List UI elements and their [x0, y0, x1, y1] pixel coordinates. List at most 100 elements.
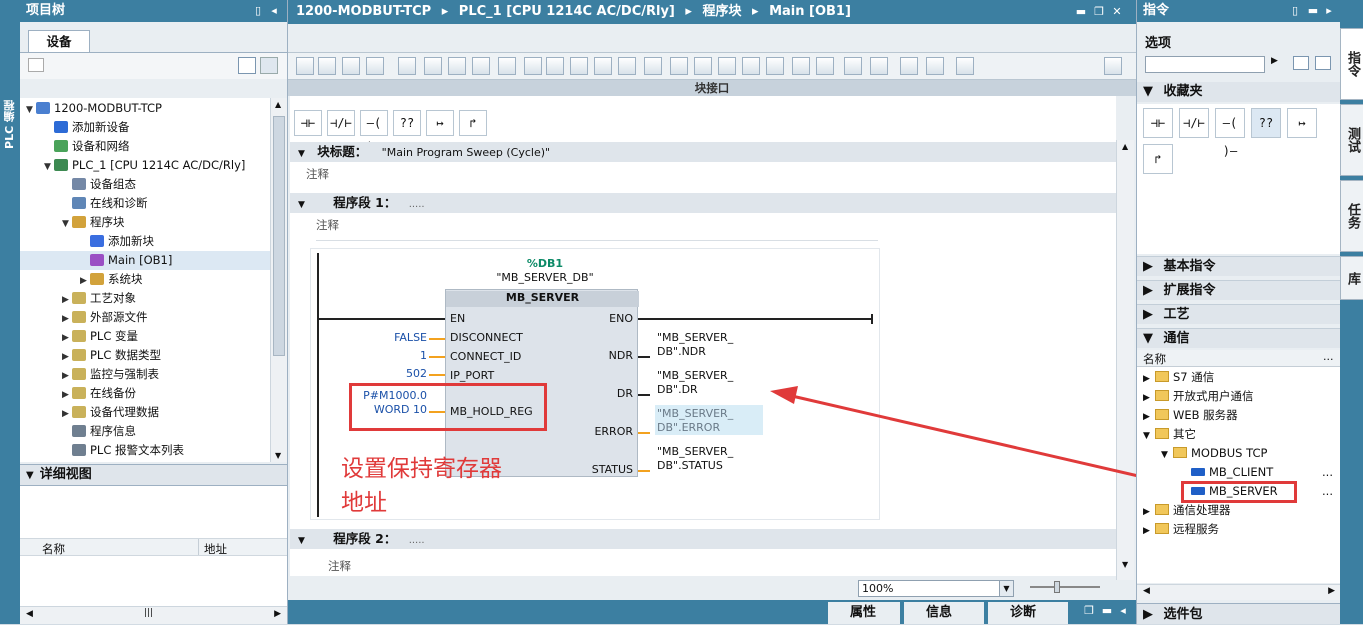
detail-view-header[interactable]: ▼ 详细视图 [20, 464, 287, 486]
tree-item[interactable]: ▶ 设备代理数据 [20, 403, 270, 422]
network-1-comment[interactable]: 注释 [316, 217, 878, 241]
toolbar-button-icon[interactable] [670, 57, 688, 75]
pin-error[interactable]: ERROR [594, 425, 633, 439]
toolbar-button-icon[interactable] [498, 57, 516, 75]
library-item[interactable]: ▶ 通信处理器 [1137, 501, 1341, 520]
tree-item[interactable]: 添加新块 [20, 232, 270, 251]
network-2-header[interactable]: ▼ 程序段 2： ..... [290, 529, 1116, 549]
pin-disconnect[interactable]: DISCONNECT [450, 331, 523, 345]
tree-item[interactable]: ▼ 程序块 [20, 213, 270, 232]
ladder-element-button[interactable]: –( )– [360, 110, 388, 154]
options-search[interactable] [1145, 56, 1265, 73]
instance-db-name[interactable]: "MB_SERVER_DB" [481, 271, 609, 284]
favorites-header[interactable]: ▼ 收藏夹 [1137, 82, 1341, 102]
plc-programming-tab[interactable]: PLC 编程 [2, 100, 18, 149]
toolbar-button-icon[interactable] [546, 57, 564, 75]
network-view-icon[interactable] [260, 57, 278, 74]
pin-ip-port[interactable]: IP_PORT [450, 369, 494, 383]
tree-item[interactable]: 添加新设备 [20, 118, 270, 137]
toolbar-button-icon[interactable] [618, 57, 636, 75]
toolbar-button-icon[interactable] [792, 57, 810, 75]
ladder-element-button[interactable]: ⊣/⊢ [327, 110, 355, 136]
library-item[interactable]: ▶ 远程服务 [1137, 520, 1341, 539]
library-item[interactable]: ▼ 其它 [1137, 425, 1341, 444]
instr-pin-icon[interactable]: ▸ [1322, 0, 1336, 22]
tree-item[interactable]: ▶ 监控与强制表 [20, 365, 270, 384]
zoom-select[interactable]: 100% ▼ [858, 580, 1014, 597]
devices-tab[interactable]: 设备 [28, 30, 90, 52]
block-title-bar[interactable]: ▼ 块标题： "Main Program Sweep (Cycle)" [290, 142, 1116, 162]
pin-status[interactable]: STATUS [592, 463, 633, 477]
toolbar-button-icon[interactable] [816, 57, 834, 75]
block-comment[interactable]: 注释 [306, 166, 329, 182]
close-icon[interactable]: ✕ [1110, 0, 1124, 24]
toolbar-button-icon[interactable] [472, 57, 490, 75]
detail-col-address[interactable]: 地址 [204, 541, 227, 557]
collapse-icon[interactable]: ▼ [26, 470, 34, 481]
toolbar-button-icon[interactable] [870, 57, 888, 75]
tree-item[interactable]: ▶ PLC 数据类型 [20, 346, 270, 365]
panel-collapse-icon[interactable]: ▯ [251, 0, 265, 22]
db-address[interactable]: %DB1 [525, 257, 565, 270]
detail-col-name[interactable]: 名称 [42, 541, 65, 557]
toolbar-button-icon[interactable] [296, 57, 314, 75]
dr-operand-1[interactable]: "MB_SERVER_ [657, 369, 733, 382]
new-item-icon[interactable] [28, 58, 44, 72]
pin-connect-id[interactable]: CONNECT_ID [450, 350, 521, 364]
toolbar-button-icon[interactable] [594, 57, 612, 75]
toolbar-button-icon[interactable] [342, 57, 360, 75]
tree-item[interactable]: ▼ PLC_1 [CPU 1214C AC/DC/Rly] [20, 156, 270, 175]
ladder-element-button[interactable]: ⊣⊢ [294, 110, 322, 136]
ip-port-value[interactable]: 502 [371, 367, 427, 380]
toolbar-overflow-icon[interactable] [1104, 57, 1122, 75]
library-item[interactable]: ▶ S7 通信 [1137, 368, 1341, 387]
toolbar-button-icon[interactable] [644, 57, 662, 75]
tree-item[interactable]: PLC 报警文本列表 [20, 441, 270, 460]
lib-col-name[interactable]: 名称 [1143, 351, 1166, 367]
list-view-icon[interactable] [1293, 56, 1309, 70]
ladder-element-button[interactable]: ?? [393, 110, 421, 136]
inspector-restore-icon[interactable]: ❐ [1082, 604, 1096, 617]
disconnect-value[interactable]: FALSE [371, 331, 427, 344]
tree-item[interactable]: Main [OB1] [20, 251, 270, 270]
info-tab[interactable]: 信息 [904, 602, 984, 624]
favorite-instruction-button[interactable]: –( )– [1215, 108, 1245, 158]
pin-dr[interactable]: DR [617, 387, 633, 401]
instr-restore-icon[interactable]: ▯ [1288, 0, 1302, 22]
favorite-instruction-button[interactable]: ⊣/⊢ [1179, 108, 1209, 138]
inspector-collapse-icon[interactable]: ◂ [1116, 604, 1130, 617]
instr-minimize-icon[interactable]: ▬ [1306, 0, 1320, 22]
panel-pin-icon[interactable]: ◂ [267, 0, 281, 22]
tree-item[interactable]: ▶ 系统块 [20, 270, 270, 289]
tree-item[interactable]: ▶ 工艺对象 [20, 289, 270, 308]
options-arrow-icon[interactable]: ▶ [1271, 56, 1278, 66]
tree-scrollbar[interactable]: ▲ ▼ [270, 98, 287, 462]
library-item[interactable]: ▶ WEB 服务器 [1137, 406, 1341, 425]
toolbar-button-icon[interactable] [318, 57, 336, 75]
zoom-slider[interactable] [1030, 581, 1100, 593]
ladder-element-button[interactable]: ↱ [459, 110, 487, 136]
toolbar-button-icon[interactable] [844, 57, 862, 75]
side-tab-libraries[interactable]: 库 [1340, 256, 1363, 300]
error-operand-1[interactable]: "MB_SERVER_ [657, 407, 733, 420]
toolbar-button-icon[interactable] [424, 57, 442, 75]
communication-header[interactable]: ▼ 通信 [1137, 328, 1341, 348]
tree-item[interactable]: 在线和诊断 [20, 194, 270, 213]
block-interface-bar[interactable]: 块接口 [288, 80, 1136, 96]
overview-icon[interactable] [238, 57, 256, 74]
toolbar-button-icon[interactable] [766, 57, 784, 75]
breadcrumb-plc[interactable]: PLC_1 [CPU 1214C AC/DC/Rly] [459, 4, 675, 19]
breadcrumb-project[interactable]: 1200-MODBUT-TCP [296, 4, 431, 19]
side-tab-testing[interactable]: 测试 [1340, 104, 1363, 176]
pin-ndr[interactable]: NDR [609, 349, 633, 363]
collapse-arrow-icon[interactable]: ▶ [1143, 522, 1155, 541]
tree-scroll-thumb[interactable] [273, 116, 285, 356]
network-1-header[interactable]: ▼ 程序段 1： ..... [290, 193, 1116, 213]
side-tab-tasks[interactable]: 任务 [1340, 180, 1363, 252]
pin-eno[interactable]: ENO [609, 312, 633, 326]
favorite-instruction-button[interactable]: ⊣⊢ [1143, 108, 1173, 138]
basic-instructions-header[interactable]: ▶ 基本指令 [1137, 256, 1341, 276]
breadcrumb-program-blocks[interactable]: 程序块 [702, 4, 741, 19]
ladder-element-button[interactable]: ↦ [426, 110, 454, 136]
option-packages-header[interactable]: ▶ 选件包 [1137, 603, 1341, 624]
